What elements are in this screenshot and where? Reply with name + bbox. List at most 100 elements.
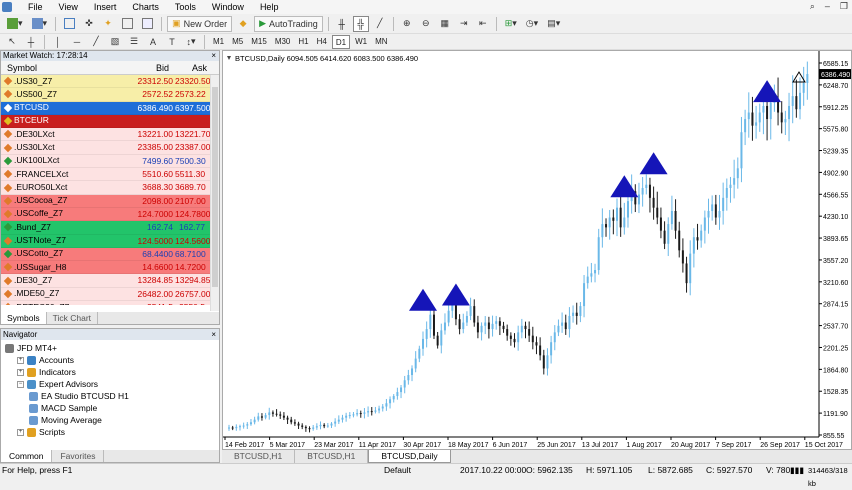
zoom-out-button[interactable]: ⊖ [418,16,434,32]
arrows-tool[interactable]: ↕ ▾ [183,34,199,50]
new-order-button[interactable]: ▣ New Order [167,15,233,32]
navigator-item[interactable]: Moving Average [5,414,219,426]
line-chart-button[interactable]: ╱ [372,16,388,32]
vertical-line-tool[interactable]: │ [50,34,66,50]
timeframe-h4[interactable]: H4 [314,35,330,49]
timeframe-d1[interactable]: D1 [331,34,351,49]
navigator-item[interactable]: + Accounts [5,354,219,366]
menu-file[interactable]: File [20,0,51,14]
horizontal-line-tool[interactable]: ─ [69,34,85,50]
market-watch-row[interactable]: .US500_Z7 2572.52 2573.22 [1,88,219,102]
market-watch-row[interactable]: .US30_Z7 23312.50 23320.50 [1,75,219,89]
expand-icon[interactable]: + [17,428,24,436]
tab-favorites[interactable]: Favorites [52,450,105,462]
column-symbol[interactable]: Symbol [1,61,117,74]
crosshair-tool[interactable]: ┼ [23,34,39,50]
timeframe-w1[interactable]: W1 [352,35,370,49]
data-window-toggle[interactable]: ✜ [81,16,97,32]
indicators-button[interactable]: ⊞ ▾ [502,16,520,32]
column-bid[interactable]: Bid [117,61,175,74]
bid-cell: 13284.85 [137,275,173,286]
timeframe-mn[interactable]: MN [372,35,390,49]
label-tool[interactable]: T [164,34,180,50]
navigator-item[interactable]: + Indicators [5,366,219,378]
tab-symbols[interactable]: Symbols [1,312,47,324]
new-chart-button[interactable]: ▾ [4,16,26,32]
menu-charts[interactable]: Charts [124,0,167,14]
chart-tab[interactable]: BTCUSD,H1 [295,450,369,463]
chart-tab[interactable]: BTCUSD,H1 [222,450,296,463]
timeframe-m1[interactable]: M1 [210,35,227,49]
timeframe-m5[interactable]: M5 [229,35,246,49]
navigator-item[interactable]: MACD Sample [5,402,219,414]
market-watch-row[interactable]: BTCEUR 5585.450 5595.330 [1,114,219,129]
tab-tick-chart[interactable]: Tick Chart [47,312,99,324]
market-watch-row[interactable]: .USTNote_Z7 124.5000 124.5600 [1,234,219,248]
zoom-in-button[interactable]: ⊕ [399,16,415,32]
candlestick-button[interactable]: ╬ [352,15,369,32]
restore-icon[interactable]: ❐ [840,1,848,12]
trendline-tool[interactable]: ╱ [88,34,104,50]
search-icon[interactable]: ⌕ [810,1,815,12]
timeframe-m30[interactable]: M30 [272,35,294,49]
market-watch-row[interactable]: .FRANCELXct 5510.60 5511.30 [1,168,219,182]
candle-body [304,426,307,429]
market-watch-row[interactable]: .DE30LXct 13221.00 13221.70 [1,128,219,142]
terminal-toggle[interactable] [119,16,136,32]
fibonacci-tool[interactable]: ☰ [126,34,142,50]
navigator-item[interactable]: EA Studio BTCUSD H1 [5,390,219,402]
market-watch-scrollbar[interactable] [210,75,219,311]
metaeditor-button[interactable]: ◆ [235,16,251,32]
symbol-name: .USTNote_Z7 [14,235,66,246]
chart-shift-button[interactable]: ⇤ [475,16,491,32]
tester-toggle[interactable] [139,16,156,32]
auto-trading-button[interactable]: ▶ AutoTrading [254,15,323,32]
market-watch-row[interactable]: .MDE50_Z7 26482.00 26757.00 [1,287,219,302]
menu-help[interactable]: Help [252,0,287,14]
market-watch-row[interactable]: .EURO50LXct 3688.30 3689.70 [1,181,219,195]
auto-scroll-button[interactable]: ⇥ [456,16,472,32]
market-watch-row[interactable]: .UK100LXct 7499.60 7500.30 [1,154,219,169]
market-watch-row[interactable]: .US30LXct 23385.00 23387.00 [1,141,219,155]
market-watch-row[interactable]: .USCocoa_Z7 2098.00 2107.00 [1,194,219,208]
expand-icon[interactable]: + [17,368,24,376]
menu-insert[interactable]: Insert [86,0,125,14]
market-watch-row[interactable]: .USCoffe_Z7 124.7000 124.7800 [1,207,219,222]
navigator-item[interactable]: + Scripts [5,426,219,438]
channel-tool[interactable]: ▧ [107,34,123,50]
tab-common[interactable]: Common [1,450,53,462]
timeframe-m15[interactable]: M15 [248,35,270,49]
text-tool[interactable]: A [145,34,161,50]
market-watch-row[interactable]: .DE30_Z7 13284.85 13294.85 [1,274,219,288]
chart-window[interactable]: BTCUSD,Daily 6094.505 6414.620 6083.500 … [222,50,852,450]
tile-windows-button[interactable]: ▦ [437,16,453,32]
bar-chart-button[interactable]: ╫ [334,16,350,32]
cursor-tool[interactable]: ↖ [4,34,20,50]
chart-tab[interactable]: BTCUSD,Daily [368,450,451,463]
market-watch-row[interactable]: .Bund_Z7 162.74 162.77 [1,221,219,235]
profiles-button[interactable]: ▾ [29,16,51,32]
navigator-item[interactable]: − Expert Advisors [5,378,219,390]
market-watch-row[interactable]: .USSugar_H8 14.6600 14.7200 [1,261,219,275]
market-watch-row[interactable]: .DETEC30_Z7 2541.52550.5 [1,301,219,305]
menu-view[interactable]: View [51,0,86,14]
candle-body [356,413,359,415]
scrollbar-thumb[interactable] [212,87,218,287]
close-icon[interactable]: × [211,51,216,61]
periods-button[interactable]: ◷ ▾ [523,16,541,32]
timeframe-h1[interactable]: H1 [295,35,311,49]
market-watch-row[interactable]: BTCUSD 6386.490 6397.500 [1,101,219,115]
menu-tools[interactable]: Tools [167,0,204,14]
minimize-icon[interactable]: – [825,1,830,12]
expand-icon[interactable]: + [17,356,24,364]
close-icon[interactable]: × [211,329,216,340]
column-ask[interactable]: Ask [175,61,213,74]
price-chart[interactable]: BTCUSD,Daily 6094.505 6414.620 6083.500 … [223,51,852,450]
menu-window[interactable]: Window [204,0,252,14]
navigator-item[interactable]: JFD MT4+ [5,342,219,354]
market-watch-row[interactable]: .USCotto_Z7 68.4400 68.7100 [1,247,219,262]
templates-button[interactable]: ▤ ▾ [544,16,563,32]
navigator-toggle[interactable]: ✦ [100,16,116,32]
collapse-icon[interactable]: − [17,380,24,388]
market-watch-toggle[interactable] [61,16,78,32]
